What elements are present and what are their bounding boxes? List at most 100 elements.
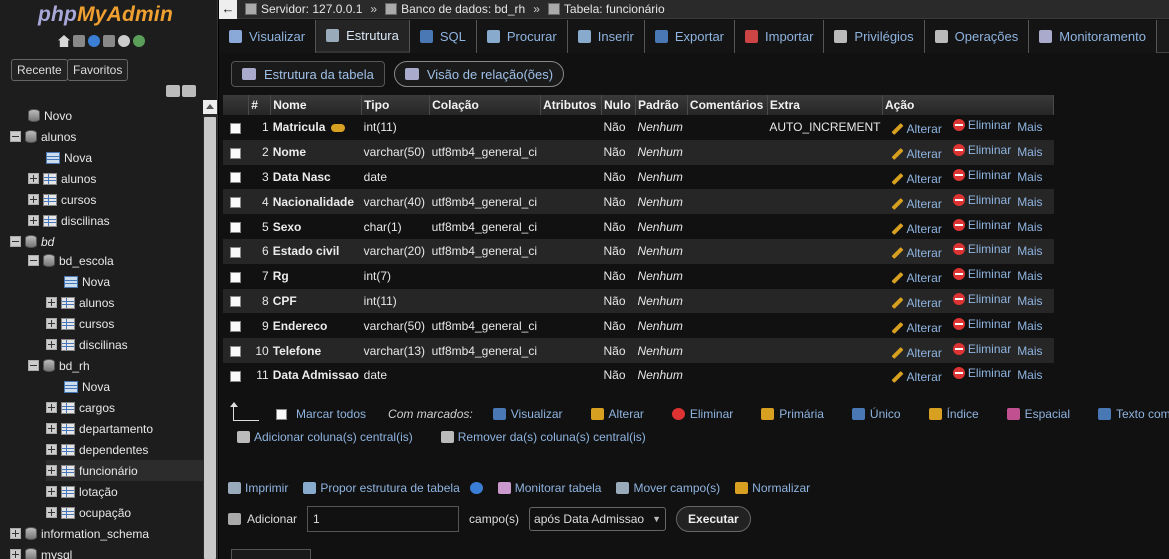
- col-header-null[interactable]: Nulo: [601, 95, 636, 115]
- change-column-link[interactable]: Alterar: [890, 222, 942, 236]
- change-column-link[interactable]: Alterar: [890, 321, 942, 335]
- expand-icon[interactable]: [46, 507, 57, 518]
- drop-column-link[interactable]: Eliminar: [952, 366, 1011, 380]
- col-header-number[interactable]: #: [248, 95, 272, 115]
- tab-sql[interactable]: SQL: [409, 20, 477, 53]
- tab-exportar[interactable]: Exportar: [644, 20, 736, 53]
- docs-icon[interactable]: [103, 35, 115, 47]
- with-selected-key[interactable]: Primária: [761, 407, 824, 421]
- collapse-all-icon[interactable]: [166, 85, 180, 97]
- column-name[interactable]: Endereco: [273, 319, 328, 333]
- change-column-link[interactable]: Alterar: [890, 172, 942, 186]
- tab-privilégios[interactable]: Privilégios: [824, 20, 925, 53]
- col-header-attributes[interactable]: Atributos: [540, 95, 603, 115]
- col-header-comments[interactable]: Comentários: [687, 95, 768, 115]
- with-selected-browse[interactable]: Visualizar: [492, 407, 563, 421]
- favorites-button[interactable]: Favoritos: [67, 59, 129, 81]
- expand-icon[interactable]: [10, 549, 21, 559]
- expand-icon[interactable]: [46, 318, 57, 329]
- column-name[interactable]: Rg: [273, 269, 289, 283]
- sidebar-tree-item[interactable]: information_schema: [10, 523, 149, 544]
- expand-icon[interactable]: [46, 444, 57, 455]
- move-link[interactable]: Mover campo(s): [616, 481, 720, 495]
- more-actions-link[interactable]: Mais: [1017, 195, 1042, 209]
- sidebar-scrollbar[interactable]: [203, 100, 217, 559]
- sidebar-tree-item[interactable]: alunos: [10, 126, 76, 147]
- row-checkbox[interactable]: [230, 271, 242, 283]
- sidebar-tree-item[interactable]: alunos: [46, 292, 114, 313]
- row-checkbox[interactable]: [230, 321, 242, 333]
- drop-column-link[interactable]: Eliminar: [952, 317, 1011, 331]
- expand-icon[interactable]: [46, 486, 57, 497]
- sidebar-tree-item[interactable]: funcionário: [46, 460, 203, 481]
- scrollbar-thumb[interactable]: [204, 117, 216, 559]
- subtab-relation-view[interactable]: Visão de relação(ões): [393, 61, 565, 87]
- expand-icon[interactable]: [46, 339, 57, 350]
- sidebar-tree-item[interactable]: alunos: [28, 168, 96, 189]
- more-actions-link[interactable]: Mais: [1017, 145, 1042, 159]
- with-selected-index[interactable]: Índice: [928, 407, 979, 421]
- collapse-all-controls[interactable]: [166, 85, 196, 97]
- reload-icon[interactable]: [133, 35, 145, 47]
- change-column-link[interactable]: Alterar: [890, 296, 942, 310]
- drop-column-link[interactable]: Eliminar: [952, 292, 1011, 306]
- drop-column-link[interactable]: Eliminar: [952, 342, 1011, 356]
- more-actions-link[interactable]: Mais: [1017, 344, 1042, 358]
- collapse-icon[interactable]: [10, 236, 21, 247]
- more-actions-link[interactable]: Mais: [1017, 368, 1042, 382]
- drop-column-link[interactable]: Eliminar: [952, 143, 1011, 157]
- breadcrumb-table[interactable]: Tabela: funcionário: [564, 2, 665, 16]
- column-name[interactable]: CPF: [273, 294, 297, 308]
- expand-icon[interactable]: [28, 194, 39, 205]
- sidebar-tree-item[interactable]: ocupação: [46, 502, 131, 523]
- expand-icon[interactable]: [46, 465, 57, 476]
- row-checkbox[interactable]: [230, 172, 242, 184]
- row-checkbox[interactable]: [230, 296, 242, 308]
- with-selected-delete[interactable]: Eliminar: [671, 407, 733, 421]
- row-checkbox[interactable]: [230, 345, 242, 357]
- execute-button[interactable]: Executar: [676, 506, 751, 532]
- tab-procurar[interactable]: Procurar: [476, 20, 568, 53]
- sidebar-tree-item[interactable]: cursos: [28, 189, 96, 210]
- help-icon[interactable]: [469, 482, 483, 494]
- expand-icon[interactable]: [10, 528, 21, 539]
- sidebar-tree-item[interactable]: bd_rh: [28, 355, 90, 376]
- drop-column-link[interactable]: Eliminar: [952, 218, 1011, 232]
- more-actions-link[interactable]: Mais: [1017, 244, 1042, 258]
- field-position-select[interactable]: após Data Admissao ▼: [529, 507, 667, 531]
- change-column-link[interactable]: Alterar: [890, 246, 942, 260]
- more-actions-link[interactable]: Mais: [1017, 170, 1042, 184]
- sidebar-tree-item[interactable]: cargos: [46, 397, 115, 418]
- query-window-icon[interactable]: [73, 35, 85, 47]
- column-name[interactable]: Data Admissao: [273, 368, 359, 382]
- column-name[interactable]: Sexo: [273, 220, 302, 234]
- tab-estrutura[interactable]: Estrutura: [316, 20, 410, 53]
- subtab-table-structure[interactable]: Estrutura da tabela: [231, 61, 385, 87]
- column-name[interactable]: Nome: [273, 145, 306, 159]
- row-checkbox[interactable]: [230, 221, 242, 233]
- more-actions-link[interactable]: Mais: [1017, 319, 1042, 333]
- recent-button[interactable]: Recente: [11, 59, 68, 81]
- sidebar-tree-item[interactable]: departamento: [46, 418, 153, 439]
- scroll-up-arrow-icon[interactable]: [203, 100, 217, 114]
- remove-central-columns-link[interactable]: Remover da(s) coluna(s) central(is): [440, 430, 646, 444]
- sidebar-tree-item[interactable]: Nova: [64, 271, 110, 292]
- column-name[interactable]: Nacionalidade: [273, 195, 354, 209]
- change-column-link[interactable]: Alterar: [890, 147, 942, 161]
- change-column-link[interactable]: Alterar: [890, 346, 942, 360]
- expand-icon[interactable]: [28, 173, 39, 184]
- link-with-main-icon[interactable]: [182, 85, 196, 97]
- drop-column-link[interactable]: Eliminar: [952, 267, 1011, 281]
- sidebar-tree-item[interactable]: bd: [10, 231, 54, 252]
- col-header-collation[interactable]: Colação: [429, 95, 542, 115]
- add-field-count-input[interactable]: [307, 506, 460, 532]
- tab-inserir[interactable]: Inserir: [567, 20, 645, 53]
- breadcrumb-database[interactable]: Banco de dados: bd_rh: [401, 2, 525, 16]
- change-column-link[interactable]: Alterar: [890, 271, 942, 285]
- sidebar-tree-item[interactable]: mysql: [10, 544, 72, 559]
- expand-icon[interactable]: [46, 297, 57, 308]
- drop-column-link[interactable]: Eliminar: [952, 118, 1011, 132]
- add-central-columns-link[interactable]: Adicionar coluna(s) central(is): [237, 430, 413, 444]
- change-column-link[interactable]: Alterar: [890, 197, 942, 211]
- with-selected-fulltext[interactable]: Texto completo: [1097, 407, 1169, 421]
